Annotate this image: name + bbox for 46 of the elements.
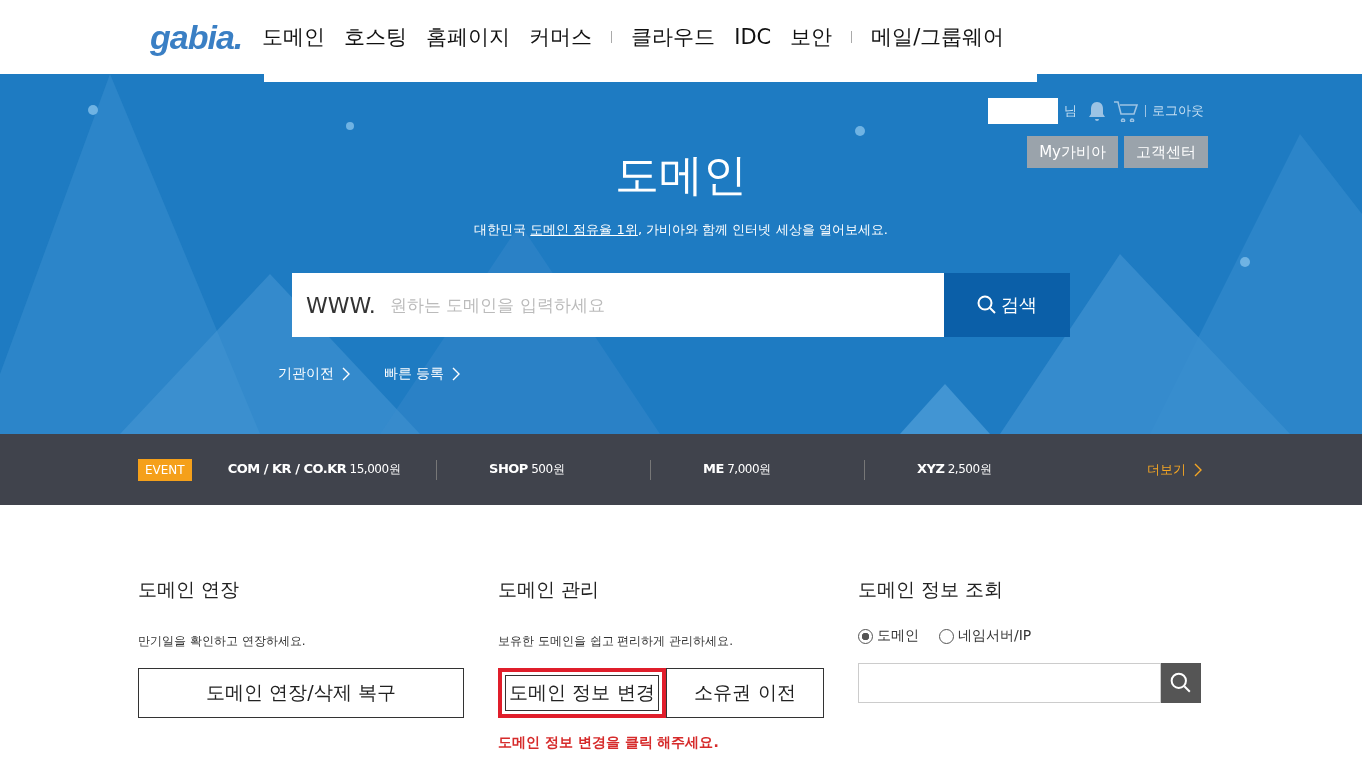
nav-link[interactable]: 보안 <box>790 23 833 51</box>
outline-button[interactable]: 도메인 정보 변경 <box>498 668 666 718</box>
search-icon <box>1170 672 1192 694</box>
hero-subtitle: 대한민국 도메인 점유율 1위, 가비아와 함께 인터넷 세상을 열어보세요. <box>474 221 888 239</box>
radio-circle[interactable] <box>858 628 873 644</box>
outline-button[interactable]: 소유권 이전 <box>666 668 824 718</box>
event-price[interactable]: SHOP 500원 <box>489 461 615 478</box>
lookup-field[interactable] <box>858 663 1161 703</box>
section-description: 만기일을 확인하고 연장하세요. <box>138 633 307 650</box>
chevron-icon <box>342 367 350 381</box>
bell-icon[interactable] <box>1087 100 1107 122</box>
event-price[interactable]: COM / KR / CO.KR 15,000원 <box>227 461 401 478</box>
hero-title: 도메인 <box>615 148 747 202</box>
section-title: 도메인 관리 <box>498 577 601 602</box>
nav-link[interactable]: 홈페이지 <box>426 23 511 51</box>
redaction-block <box>988 98 1058 124</box>
event-price[interactable]: XYZ 2,500원 <box>917 461 1043 478</box>
logo[interactable]: gabia. <box>150 17 243 57</box>
nav-link[interactable]: 도메인 <box>262 23 326 51</box>
domain-prefix: WWW. <box>292 273 390 337</box>
radio-option[interactable]: 네임서버/IP <box>939 627 1032 645</box>
share-link[interactable]: 도메인 점유율 1위 <box>530 222 638 237</box>
nav-link[interactable]: 클라우드 <box>631 23 716 51</box>
event-badge: EVENT <box>138 458 192 481</box>
cart-icon[interactable] <box>1113 100 1139 122</box>
search-button[interactable]: 검색 <box>944 273 1070 337</box>
domain-search-field[interactable]: 원하는 도메인을 입력하세요 <box>389 273 944 337</box>
nav-link[interactable]: 메일/그룹웨어 <box>871 23 1005 51</box>
radio-option[interactable]: 도메인 <box>858 627 919 645</box>
nav-link[interactable]: 커머스 <box>529 23 593 51</box>
section-title: 도메인 연장 <box>138 577 241 602</box>
instruction-note: 도메인 정보 변경을 클릭 해주세요. <box>498 734 720 752</box>
nav-link[interactable]: 호스팅 <box>344 23 408 51</box>
search-button[interactable] <box>1161 663 1201 703</box>
nav-link[interactable]: IDC <box>734 25 772 49</box>
user-suffix: 님 <box>1064 102 1077 120</box>
section-description: 보유한 도메인을 쉽고 편리하게 관리하세요. <box>498 633 735 650</box>
chevron-icon <box>452 367 461 381</box>
hero-link[interactable]: 빠른 등록 <box>384 365 461 383</box>
more-link[interactable]: 더보기 <box>1147 460 1202 479</box>
hero-link[interactable]: 기관이전 <box>278 365 350 383</box>
event-price[interactable]: ME 7,000원 <box>703 461 829 478</box>
search-icon <box>977 295 997 315</box>
section-title: 도메인 정보 조회 <box>858 577 1005 602</box>
outline-button[interactable]: 도메인 연장/삭제 복구 <box>138 668 464 718</box>
chevron-icon <box>1194 462 1202 477</box>
